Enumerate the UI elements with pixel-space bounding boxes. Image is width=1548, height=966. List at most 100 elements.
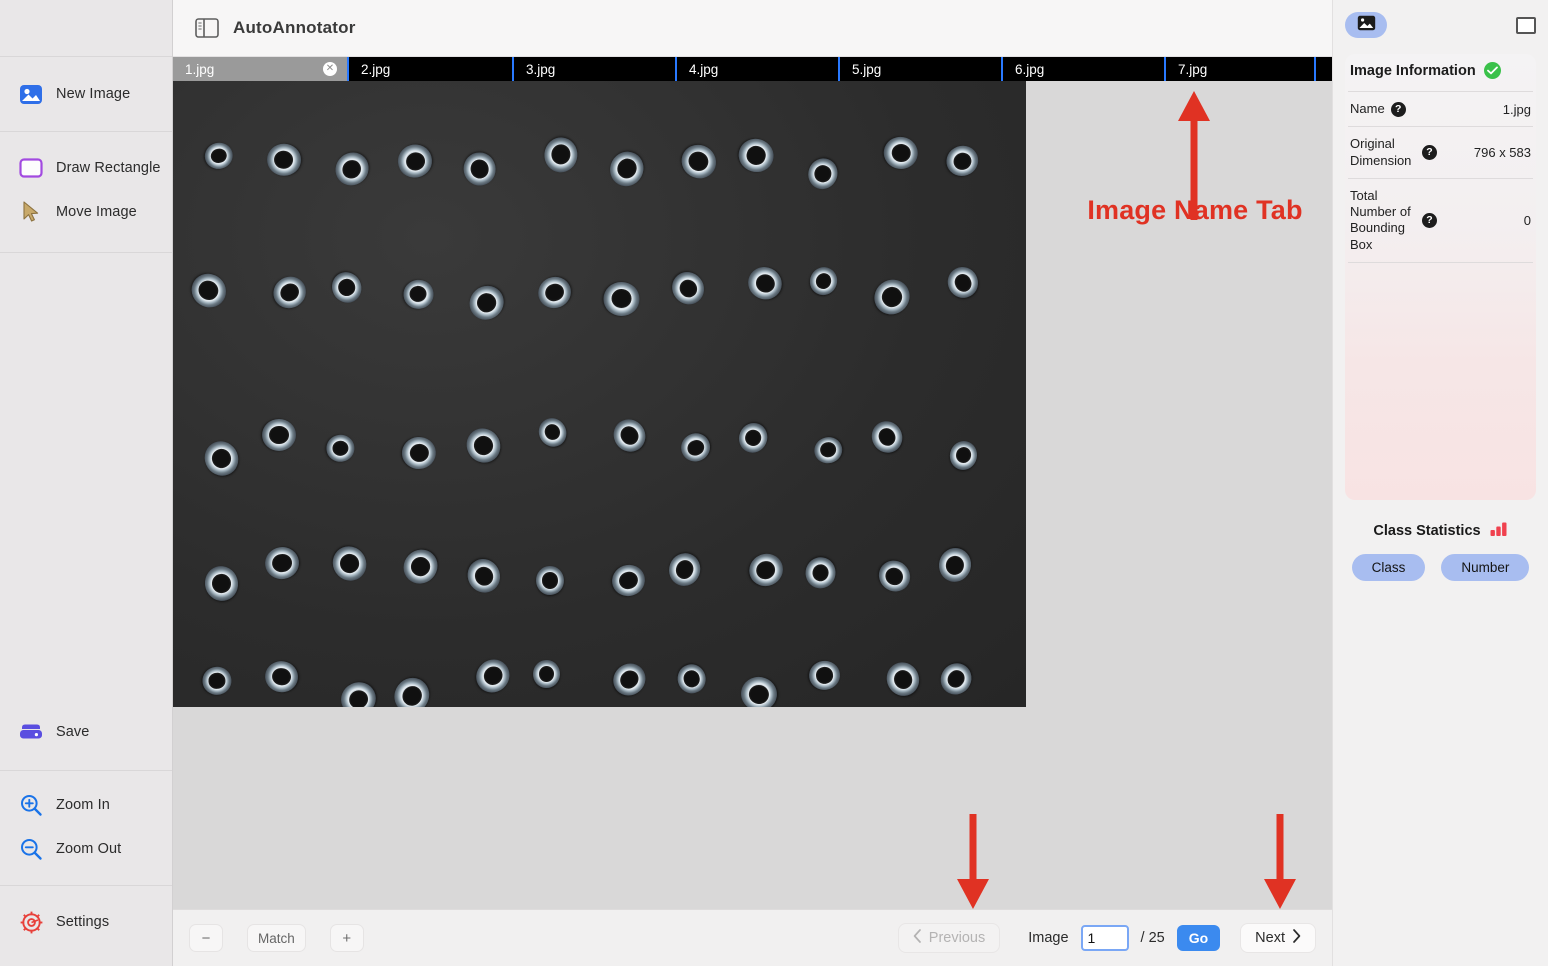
right-panel-tabs bbox=[1345, 10, 1536, 40]
info-row-original-dimension: Original Dimension ? 796 x 583 bbox=[1348, 126, 1533, 178]
image-index-label: Image bbox=[1028, 930, 1069, 946]
bar-chart-icon bbox=[1490, 522, 1508, 540]
sidebar-item-label: Move Image bbox=[56, 204, 137, 220]
washer-object bbox=[462, 553, 507, 599]
sidebar-group-file: New Image bbox=[0, 57, 172, 132]
sidebar-item-label: New Image bbox=[56, 86, 131, 102]
zoom-out-button[interactable]: − bbox=[189, 924, 223, 952]
help-icon[interactable]: ? bbox=[1422, 212, 1437, 228]
sidebar-item-settings[interactable]: Settings bbox=[0, 900, 172, 944]
image-tab[interactable]: 7.jpg bbox=[1166, 57, 1316, 81]
annotation-image[interactable] bbox=[173, 81, 1026, 707]
match-button[interactable]: Match bbox=[247, 924, 306, 952]
washer-object bbox=[804, 262, 842, 300]
washer-object bbox=[200, 665, 233, 696]
sidebar-item-move-image[interactable]: Move Image bbox=[0, 190, 172, 234]
chevron-right-icon bbox=[1292, 929, 1301, 947]
class-column-header[interactable]: Class bbox=[1351, 554, 1426, 581]
sidebar-item-zoom-out[interactable]: Zoom Out bbox=[0, 827, 172, 871]
image-tab[interactable]: 1.jpg ✕ bbox=[173, 57, 349, 81]
previous-button[interactable]: Previous bbox=[897, 923, 1001, 953]
washer-object bbox=[742, 261, 788, 305]
image-tab[interactable]: 2.jpg bbox=[349, 57, 514, 81]
washer-object bbox=[202, 139, 236, 172]
zoom-in-button[interactable]: + bbox=[329, 924, 364, 952]
washer-object bbox=[942, 261, 984, 304]
washer-object bbox=[934, 657, 978, 702]
class-statistics-title: Class Statistics bbox=[1373, 523, 1481, 539]
sidebar-item-draw-rectangle[interactable]: Draw Rectangle bbox=[0, 146, 172, 190]
help-icon[interactable]: ? bbox=[1422, 145, 1437, 160]
image-tab-label: 1.jpg bbox=[185, 61, 215, 77]
help-icon[interactable]: ? bbox=[1390, 101, 1406, 117]
sidebar-item-label: Zoom In bbox=[56, 797, 110, 813]
main-area: AutoAnnotator 1.jpg ✕ 2.jpg 3.jpg 4.jpg … bbox=[173, 0, 1332, 966]
washer-object bbox=[535, 565, 565, 596]
washer-object bbox=[460, 148, 499, 189]
canvas-bottom-toolbar: − Match + Previous Image / 25 Go Next bbox=[173, 909, 1332, 966]
washer-object bbox=[607, 560, 649, 601]
info-row-key: Total Number of Bounding Box bbox=[1350, 187, 1411, 252]
rectangle-icon bbox=[18, 155, 44, 181]
number-column-header[interactable]: Number bbox=[1441, 554, 1530, 581]
class-statistics-pills: Class Number bbox=[1345, 554, 1536, 581]
washer-object bbox=[533, 272, 576, 314]
image-tab-overflow[interactable] bbox=[1316, 57, 1332, 81]
washer-object bbox=[935, 544, 976, 586]
sidebar-item-label: Draw Rectangle bbox=[56, 160, 161, 176]
info-row-value: 1.jpg bbox=[1502, 101, 1531, 117]
sidebar-item-save[interactable]: Save bbox=[0, 710, 172, 754]
info-row-key: Original Dimension bbox=[1350, 136, 1412, 168]
image-tab-bar[interactable]: 1.jpg ✕ 2.jpg 3.jpg 4.jpg 5.jpg 6.jpg 7.… bbox=[173, 57, 1332, 81]
sidebar-group-zoom: Zoom In Zoom Out bbox=[0, 771, 172, 886]
washer-object bbox=[603, 144, 650, 192]
image-tab[interactable]: 6.jpg bbox=[1003, 57, 1166, 81]
image-information-title: Image Information bbox=[1350, 62, 1476, 79]
washer-object bbox=[335, 676, 381, 707]
info-row-name: Name ? 1.jpg bbox=[1348, 91, 1533, 126]
washer-object bbox=[266, 143, 301, 176]
washer-object bbox=[324, 433, 356, 463]
image-icon bbox=[1357, 15, 1376, 36]
image-tab-label: 3.jpg bbox=[526, 61, 556, 77]
floppy-disk-icon bbox=[18, 719, 44, 745]
image-index-input[interactable] bbox=[1080, 925, 1129, 951]
washer-object bbox=[604, 282, 640, 317]
sidebar-item-new-image[interactable]: New Image bbox=[0, 57, 172, 131]
sidebar-item-zoom-in[interactable]: Zoom In bbox=[0, 783, 172, 827]
washer-object bbox=[400, 435, 437, 470]
info-row-value: 0 bbox=[1523, 212, 1531, 228]
washer-object bbox=[674, 137, 722, 185]
left-sidebar: New Image Draw Rectangle Move Image Save… bbox=[0, 0, 173, 966]
washer-object bbox=[674, 661, 709, 697]
washer-object bbox=[470, 652, 517, 699]
image-tab[interactable]: 4.jpg bbox=[677, 57, 840, 81]
chevron-left-icon bbox=[913, 929, 922, 947]
washer-object bbox=[542, 135, 579, 174]
previous-button-label: Previous bbox=[928, 930, 986, 946]
app-window: New Image Draw Rectangle Move Image Save… bbox=[0, 0, 1548, 966]
sidebar-panel-icon[interactable] bbox=[195, 18, 219, 38]
washer-object bbox=[198, 434, 246, 483]
image-tab-label: 6.jpg bbox=[1015, 61, 1045, 77]
next-button[interactable]: Next bbox=[1240, 923, 1316, 953]
washer-object bbox=[735, 134, 779, 177]
image-canvas-viewport[interactable] bbox=[173, 81, 1332, 909]
sidebar-group-tools: Draw Rectangle Move Image bbox=[0, 132, 172, 253]
washer-object bbox=[396, 542, 445, 591]
washer-object bbox=[607, 656, 652, 702]
washer-object bbox=[811, 434, 846, 467]
image-tab-label: 4.jpg bbox=[689, 61, 719, 77]
go-button[interactable]: Go bbox=[1176, 925, 1221, 951]
close-icon[interactable]: ✕ bbox=[323, 62, 337, 76]
sidebar-group-settings: Settings bbox=[0, 886, 172, 966]
washer-object bbox=[744, 548, 789, 591]
tab-image-information[interactable] bbox=[1345, 12, 1387, 38]
image-plus-icon bbox=[18, 81, 44, 107]
next-button-label: Next bbox=[1255, 930, 1285, 946]
washer-object bbox=[733, 419, 772, 458]
image-tab[interactable]: 3.jpg bbox=[514, 57, 677, 81]
image-tab[interactable]: 5.jpg bbox=[840, 57, 1003, 81]
washer-object bbox=[326, 267, 367, 309]
tab-bounding-box[interactable] bbox=[1516, 16, 1536, 34]
